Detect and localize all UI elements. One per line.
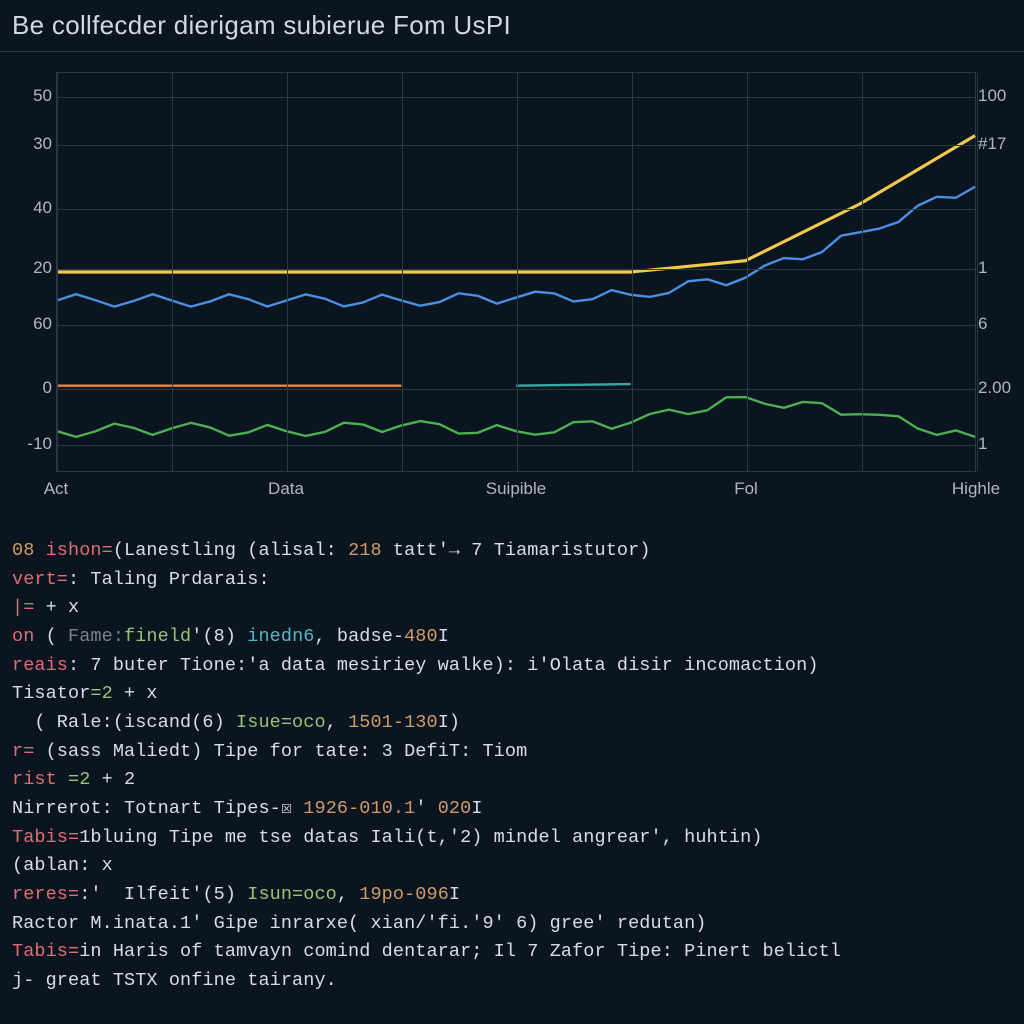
y-axis-right-tick: 2.00 <box>978 378 1018 398</box>
console-line: reres=:' Ilfeit'(5) Isun=oco, 19po-096I <box>12 881 1012 910</box>
series-teal-short <box>516 384 631 386</box>
y-axis-left-tick: 40 <box>16 198 52 218</box>
y-axis-right-tick: 100 <box>978 86 1018 106</box>
line-chart: 50 30 40 20 60 0 -10 100 #17 1 6 2.00 1 Act Data Suipib… <box>0 51 1024 531</box>
console-line: Ractor M.inata.1' Gipe inrarxe( xian/'fi… <box>12 910 1012 939</box>
x-axis-tick: Fol <box>734 479 758 499</box>
x-axis-tick: Suipible <box>486 479 547 499</box>
console-line: reais: 7 buter Tione:'a data mesiriey wa… <box>12 652 1012 681</box>
y-axis-right-tick: 1 <box>978 434 1018 454</box>
console-output: 08 ishon=(Lanestling (alisal: 218 tatt'→… <box>0 531 1024 996</box>
x-axis-tick: Highle <box>952 479 1000 499</box>
console-line: vert=: Taling Prdarais: <box>12 566 1012 595</box>
console-line: j- great TSTX onfine tairany. <box>12 967 1012 996</box>
console-line: |= + x <box>12 594 1012 623</box>
series-green <box>57 397 975 437</box>
y-axis-left-tick: 20 <box>16 258 52 278</box>
x-axis-tick: Act <box>44 479 69 499</box>
console-line: rist =2 + 2 <box>12 766 1012 795</box>
console-line: r= (sass Maliedt) Tipe for tate: 3 DefiT… <box>12 738 1012 767</box>
y-axis-left-tick: 30 <box>16 134 52 154</box>
console-line: Tabis=in Haris of tamvayn comind dentara… <box>12 938 1012 967</box>
chart-lines <box>57 73 975 471</box>
console-line: on ( Fame:fineld'(8) inedn6, badse-480I <box>12 623 1012 652</box>
plot-area <box>56 72 976 472</box>
y-axis-right-tick: 1 <box>978 258 1018 278</box>
console-line: ( Rale:(iscand(6) Isue=oco, 1501-130I) <box>12 709 1012 738</box>
y-axis-left-tick: 0 <box>16 378 52 398</box>
console-line: Nirrerot: Totnart Tipes-☒ 1926-010.1' 02… <box>12 795 1012 824</box>
series-yellow <box>57 136 975 272</box>
console-line: Tabis=1bluing Tipe me tse datas Iali(t,'… <box>12 824 1012 853</box>
x-axis-tick: Data <box>268 479 304 499</box>
console-line: Tisator=2 + x <box>12 680 1012 709</box>
y-axis-right-tick: 6 <box>978 314 1018 334</box>
y-axis-left-tick: -10 <box>16 434 52 454</box>
y-axis-left-tick: 50 <box>16 86 52 106</box>
console-line: 08 ishon=(Lanestling (alisal: 218 tatt'→… <box>12 537 1012 566</box>
y-axis-right-tick: #17 <box>978 134 1018 154</box>
chart-title: Be collfecder dierigam subierue Fom UsPI <box>0 0 1024 51</box>
y-axis-left-tick: 60 <box>16 314 52 334</box>
console-line: (ablan: x <box>12 852 1012 881</box>
series-blue <box>57 187 975 307</box>
